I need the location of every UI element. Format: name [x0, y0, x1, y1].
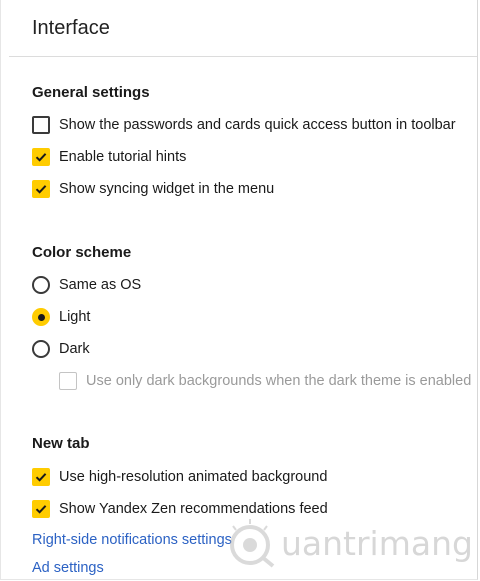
checkbox-quick-access[interactable]	[32, 116, 50, 134]
checkbox-label: Use only dark backgrounds when the dark …	[86, 373, 472, 389]
color-scheme-heading: Color scheme	[32, 244, 132, 261]
checkbox-row-dark-backgrounds: Use only dark backgrounds when the dark …	[59, 370, 471, 392]
new-tab-heading: New tab	[32, 435, 90, 452]
radio-label: Same as OS	[59, 277, 142, 293]
radio-light[interactable]	[32, 308, 50, 326]
checkbox-row-zen-feed[interactable]: Show Yandex Zen recommendations feed	[32, 498, 328, 520]
checkbox-row-syncing-widget[interactable]: Show syncing widget in the menu	[32, 178, 274, 200]
checkbox-dark-backgrounds	[59, 372, 77, 390]
radio-dark[interactable]	[32, 340, 50, 358]
radio-label: Light	[59, 309, 91, 325]
checkbox-row-tutorial-hints[interactable]: Enable tutorial hints	[32, 146, 186, 168]
checkbox-label: Enable tutorial hints	[59, 149, 187, 165]
radio-label: Dark	[59, 341, 90, 357]
checkbox-label: Show syncing widget in the menu	[59, 181, 275, 197]
radio-row-dark[interactable]: Dark	[32, 338, 90, 360]
checkmark-icon	[35, 505, 47, 514]
radio-same-as-os[interactable]	[32, 276, 50, 294]
notifications-settings-link[interactable]: Right-side notifications settings	[32, 532, 232, 548]
checkmark-icon	[35, 185, 47, 194]
general-settings-heading: General settings	[32, 84, 150, 101]
radio-row-same-as-os[interactable]: Same as OS	[32, 274, 141, 296]
settings-panel: Interface General settings Show the pass…	[0, 0, 478, 580]
checkbox-tutorial-hints[interactable]	[32, 148, 50, 166]
watermark: uantrimang	[223, 517, 473, 569]
ad-settings-link[interactable]: Ad settings	[32, 560, 104, 576]
checkbox-label: Use high-resolution animated background	[59, 469, 328, 485]
checkbox-zen-feed[interactable]	[32, 500, 50, 518]
checkbox-syncing-widget[interactable]	[32, 180, 50, 198]
checkmark-icon	[35, 473, 47, 482]
checkbox-animated-background[interactable]	[32, 468, 50, 486]
checkbox-label: Show the passwords and cards quick acces…	[59, 117, 456, 133]
checkbox-label: Show Yandex Zen recommendations feed	[59, 501, 328, 517]
radio-row-light[interactable]: Light	[32, 306, 90, 328]
radio-dot	[37, 313, 45, 321]
title-divider	[9, 56, 477, 57]
watermark-text: uantrimang	[281, 523, 473, 563]
checkbox-row-animated-background[interactable]: Use high-resolution animated background	[32, 466, 327, 488]
page-title: Interface	[32, 17, 110, 39]
checkmark-icon	[35, 153, 47, 162]
checkbox-row-quick-access[interactable]: Show the passwords and cards quick acces…	[32, 114, 456, 136]
